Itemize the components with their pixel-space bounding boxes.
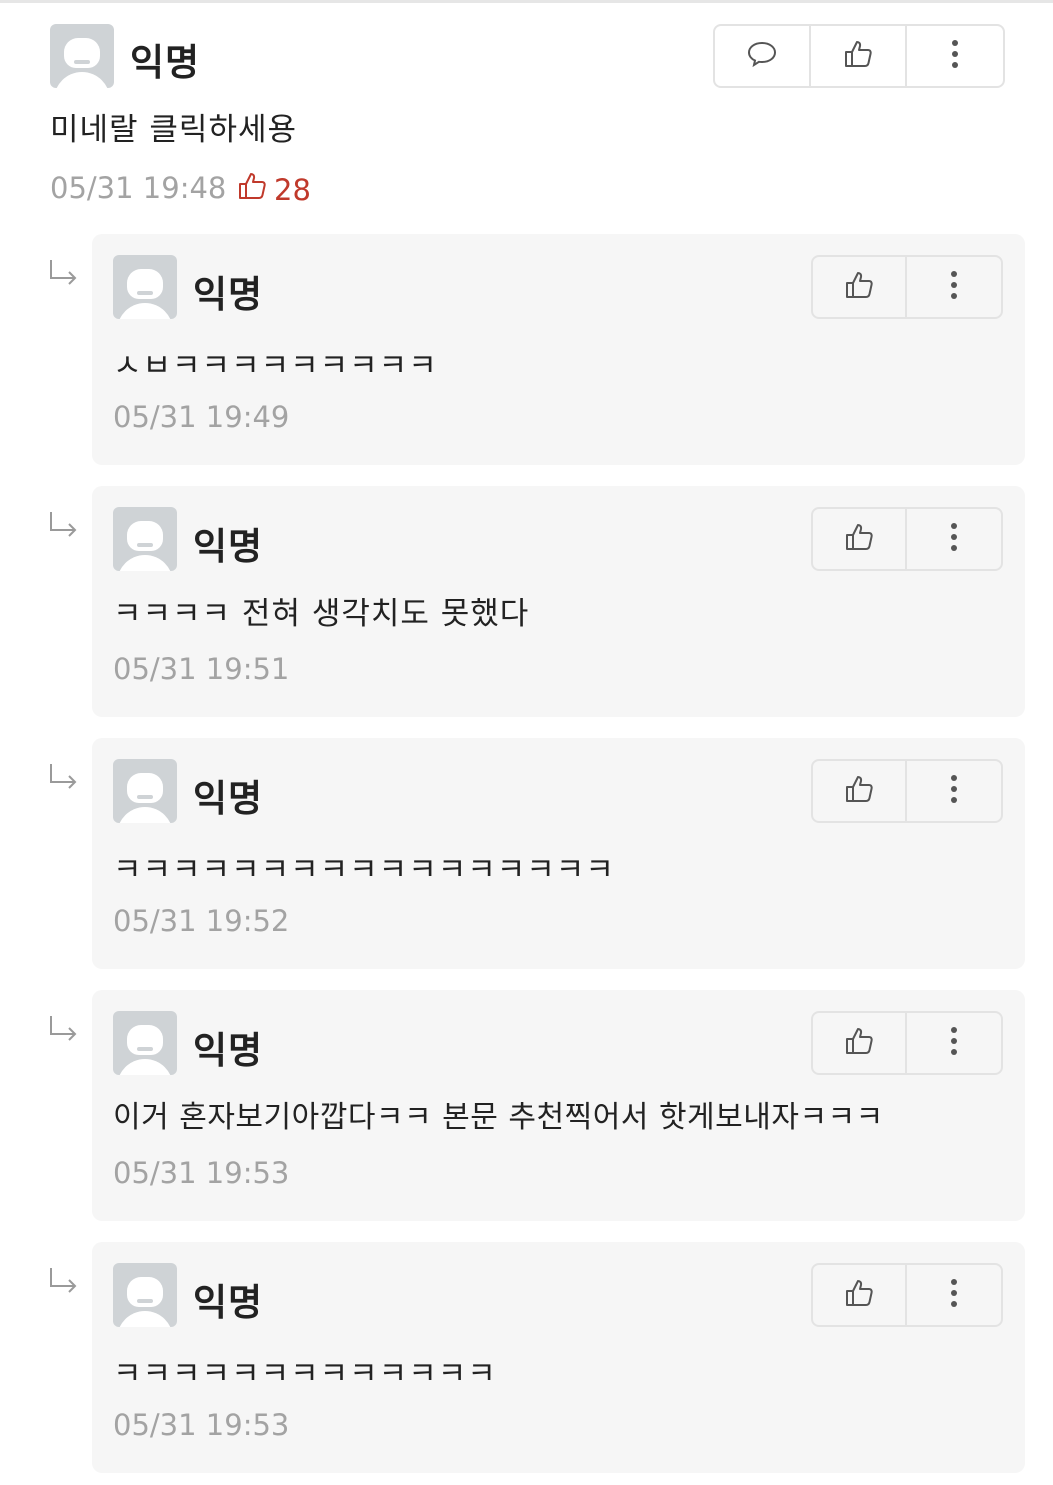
reply-text: ㅋㅋㅋㅋㅋㅋㅋㅋㅋㅋㅋㅋㅋ bbox=[113, 1356, 497, 1392]
more-vertical-icon bbox=[949, 1025, 959, 1061]
like-button[interactable] bbox=[813, 509, 908, 569]
reply: 익명 이거 혼자보기아깝다ㅋㅋ 본문 추천찍어서 핫게보내자ㅋㅋㅋ 05/31 … bbox=[92, 990, 1025, 1221]
reply-arrow-icon bbox=[48, 762, 80, 790]
more-button[interactable] bbox=[907, 1013, 1001, 1073]
vote-count-value: 28 bbox=[274, 172, 311, 207]
thumbs-up-icon bbox=[842, 38, 874, 74]
reply-author: 익명 bbox=[193, 273, 264, 316]
more-button[interactable] bbox=[907, 257, 1001, 317]
more-vertical-icon bbox=[949, 521, 959, 557]
reply-time: 05/31 19:53 bbox=[113, 1408, 290, 1442]
thumbs-up-icon bbox=[843, 521, 875, 557]
reply-arrow-icon bbox=[48, 258, 80, 286]
reply-actions bbox=[811, 1263, 1003, 1327]
more-vertical-icon bbox=[949, 1277, 959, 1313]
vote-count: 28 bbox=[236, 170, 311, 209]
avatar bbox=[113, 1011, 177, 1075]
avatar bbox=[113, 507, 177, 571]
thumbs-up-icon bbox=[236, 170, 268, 209]
reply-actions bbox=[811, 507, 1003, 571]
reply-actions bbox=[811, 255, 1003, 319]
like-button[interactable] bbox=[811, 26, 907, 86]
reply-arrow-icon bbox=[48, 1266, 80, 1294]
comment-text: 미네랄 클릭하세용 bbox=[50, 112, 298, 148]
reply-text: 이거 혼자보기아깝다ㅋㅋ 본문 추천찍어서 핫게보내자ㅋㅋㅋ bbox=[113, 1100, 884, 1135]
avatar bbox=[113, 255, 177, 319]
reply-author: 익명 bbox=[193, 777, 264, 820]
comment: 익명 미네랄 클릭하세용 05/31 19:48 28 bbox=[50, 24, 1005, 224]
comment-actions bbox=[713, 24, 1005, 88]
reply: 익명 ㅋㅋㅋㅋ 전혀 생각치도 못했다 05/31 19:51 bbox=[92, 486, 1025, 717]
more-vertical-icon bbox=[949, 773, 959, 809]
more-vertical-icon bbox=[949, 269, 959, 305]
thumbs-up-icon bbox=[843, 269, 875, 305]
more-button[interactable] bbox=[907, 1265, 1001, 1325]
reply-author: 익명 bbox=[193, 1281, 264, 1324]
reply-author: 익명 bbox=[193, 525, 264, 568]
like-button[interactable] bbox=[813, 1013, 908, 1073]
reply-time: 05/31 19:52 bbox=[113, 904, 290, 938]
like-button[interactable] bbox=[813, 257, 908, 317]
reply-arrow-icon bbox=[48, 1014, 80, 1042]
reply: 익명 ㅅㅂㅋㅋㅋㅋㅋㅋㅋㅋㅋ 05/31 19:49 bbox=[92, 234, 1025, 465]
more-button[interactable] bbox=[907, 509, 1001, 569]
more-button[interactable] bbox=[907, 761, 1001, 821]
avatar bbox=[50, 24, 114, 88]
comment-time: 05/31 19:48 bbox=[50, 171, 227, 205]
like-button[interactable] bbox=[813, 1265, 908, 1325]
avatar bbox=[113, 1263, 177, 1327]
reply-author: 익명 bbox=[193, 1029, 264, 1072]
comment-author: 익명 bbox=[130, 41, 201, 84]
reply-text: ㅅㅂㅋㅋㅋㅋㅋㅋㅋㅋㅋ bbox=[113, 348, 438, 384]
thumbs-up-icon bbox=[843, 1277, 875, 1313]
reply-actions bbox=[811, 759, 1003, 823]
reply-time: 05/31 19:51 bbox=[113, 652, 290, 686]
reply: 익명 ㅋㅋㅋㅋㅋㅋㅋㅋㅋㅋㅋㅋㅋ 05/31 19:53 bbox=[92, 1242, 1025, 1473]
reply-actions bbox=[811, 1011, 1003, 1075]
reply: 익명 ㅋㅋㅋㅋㅋㅋㅋㅋㅋㅋㅋㅋㅋㅋㅋㅋㅋ 05/31 19:52 bbox=[92, 738, 1025, 969]
reply-text: ㅋㅋㅋㅋㅋㅋㅋㅋㅋㅋㅋㅋㅋㅋㅋㅋㅋ bbox=[113, 852, 615, 888]
reply-time: 05/31 19:53 bbox=[113, 1156, 290, 1190]
more-button[interactable] bbox=[907, 26, 1003, 86]
thumbs-up-icon bbox=[843, 1025, 875, 1061]
reply-time: 05/31 19:49 bbox=[113, 400, 290, 434]
reply-arrow-icon bbox=[48, 510, 80, 538]
chat-bubble-icon bbox=[746, 39, 778, 73]
more-vertical-icon bbox=[950, 38, 960, 74]
thumbs-up-icon bbox=[843, 773, 875, 809]
like-button[interactable] bbox=[813, 761, 908, 821]
top-divider bbox=[0, 0, 1053, 3]
avatar bbox=[113, 759, 177, 823]
reply-button[interactable] bbox=[715, 26, 811, 86]
reply-text: ㅋㅋㅋㅋ 전혀 생각치도 못했다 bbox=[113, 596, 530, 632]
